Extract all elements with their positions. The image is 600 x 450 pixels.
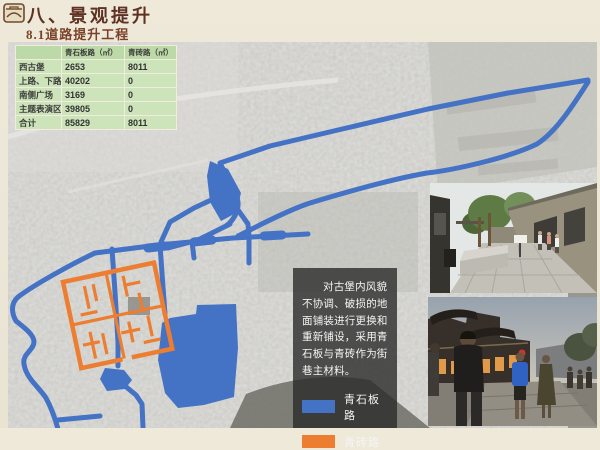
legend-item-brick-road: 青砖路 xyxy=(302,434,388,450)
note-text: 对古堡内风貌不协调、破损的地面铺装进行更换和重新铺设，采用青石板与青砖作为街巷主… xyxy=(302,279,388,380)
stone-area: 2653 xyxy=(62,60,125,74)
row-label: 南侧广场 xyxy=(16,88,62,102)
table-row: 南侧广场 3169 0 xyxy=(16,88,177,102)
row-label: 上路、下路 xyxy=(16,74,62,88)
pavilion-stamp-icon xyxy=(3,3,25,23)
brick-road-swatch xyxy=(302,435,335,448)
photo-street-evening xyxy=(428,297,597,426)
stone-road-swatch xyxy=(302,400,335,413)
table-row: 主题表演区 39805 0 xyxy=(16,102,177,116)
table-total-row: 合计 85829 8011 xyxy=(16,116,177,130)
photo-street-daytime-art xyxy=(430,183,597,293)
legend-item-stone-road: 青石板路 xyxy=(302,391,388,423)
stone-area: 40202 xyxy=(62,74,125,88)
row-label: 西古堡 xyxy=(16,60,62,74)
header-empty xyxy=(16,46,62,60)
row-label: 主题表演区 xyxy=(16,102,62,116)
row-label: 合计 xyxy=(16,116,62,130)
paving-quantity-table: 青石板路（㎡） 青砖路（㎡） 西古堡 2653 8011 上路、下路 40202… xyxy=(15,45,177,130)
note-panel: 对古堡内风貌不协调、破损的地面铺装进行更换和重新铺设，采用青石板与青砖作为街巷主… xyxy=(293,268,397,428)
map-legend: 青石板路 青砖路 xyxy=(302,391,388,450)
stone-area-total: 85829 xyxy=(62,116,125,130)
stone-area: 3169 xyxy=(62,88,125,102)
photo-street-daytime xyxy=(430,183,597,293)
legend-label: 青石板路 xyxy=(344,391,388,423)
stone-area: 39805 xyxy=(62,102,125,116)
table-row: 上路、下路 40202 0 xyxy=(16,74,177,88)
brick-area: 0 xyxy=(125,102,177,116)
table-row: 西古堡 2653 8011 xyxy=(16,60,177,74)
header-stone-road: 青石板路（㎡） xyxy=(62,46,125,60)
brick-area-total: 8011 xyxy=(125,116,177,130)
photo-street-evening-art xyxy=(428,297,597,426)
table-header-row: 青石板路（㎡） 青砖路（㎡） xyxy=(16,46,177,60)
brick-area: 0 xyxy=(125,88,177,102)
legend-label: 青砖路 xyxy=(344,434,380,450)
slide-subtitle: 8.1道路提升工程 xyxy=(26,24,129,43)
brick-area: 0 xyxy=(125,74,177,88)
brick-area: 8011 xyxy=(125,60,177,74)
header-brick-road: 青砖路（㎡） xyxy=(125,46,177,60)
